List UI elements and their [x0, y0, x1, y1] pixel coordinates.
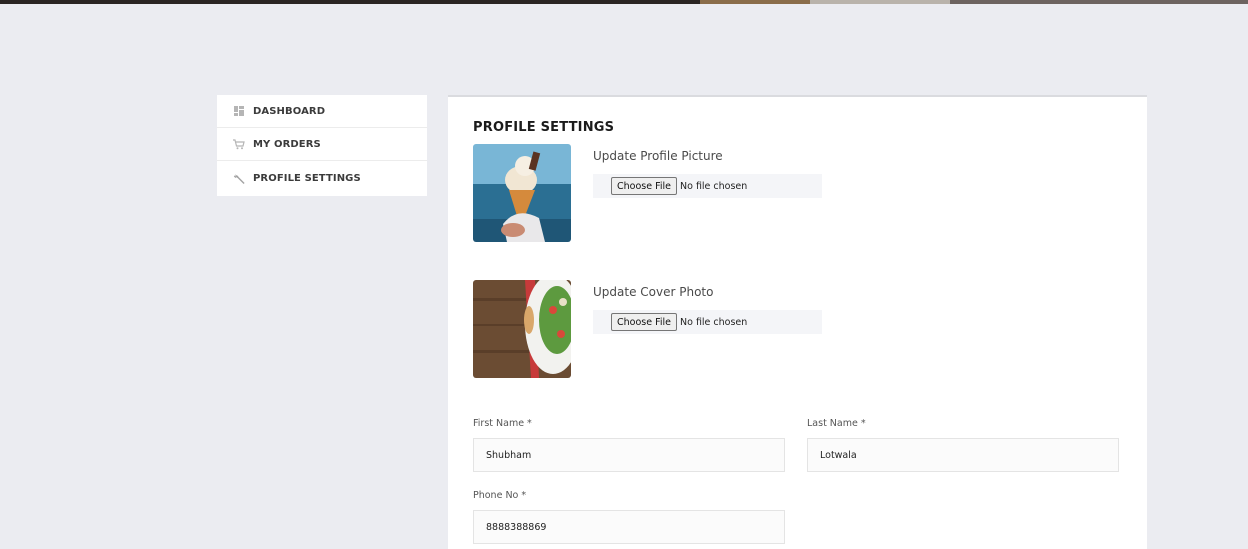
cover-photo-thumbnail: [473, 280, 571, 378]
choose-file-button[interactable]: Choose File: [611, 313, 677, 331]
sidebar-item-my-orders[interactable]: MY ORDERS: [217, 128, 427, 161]
sidebar-item-label: DASHBOARD: [253, 105, 326, 117]
profile-picture-file-input: Choose File No file chosen: [593, 174, 822, 198]
account-sidebar: DASHBOARD MY ORDERS PROFILE SETTINGS: [217, 95, 427, 196]
sidebar-item-dashboard[interactable]: DASHBOARD: [217, 95, 427, 128]
choose-file-button[interactable]: Choose File: [611, 177, 677, 195]
phone-field[interactable]: [473, 510, 785, 544]
cart-icon: [233, 138, 245, 150]
page-title: PROFILE SETTINGS: [473, 120, 615, 135]
header-image-strip: [0, 0, 1248, 4]
cover-photo-file-input: Choose File No file chosen: [593, 310, 822, 334]
profile-picture-thumbnail: [473, 144, 571, 242]
profile-settings-panel: PROFILE SETTINGS Update Profile Picture …: [448, 95, 1147, 549]
file-status: No file chosen: [680, 180, 748, 192]
cover-photo-label: Update Cover Photo: [593, 285, 714, 299]
sidebar-item-label: MY ORDERS: [253, 138, 321, 150]
sidebar-item-profile-settings[interactable]: PROFILE SETTINGS: [217, 161, 427, 196]
phone-label: Phone No *: [473, 490, 527, 501]
first-name-field[interactable]: [473, 438, 785, 472]
file-status: No file chosen: [680, 316, 748, 328]
profile-picture-label: Update Profile Picture: [593, 149, 723, 163]
sidebar-item-label: PROFILE SETTINGS: [253, 173, 361, 184]
last-name-label: Last Name *: [807, 418, 866, 429]
first-name-label: First Name *: [473, 418, 532, 429]
last-name-field[interactable]: [807, 438, 1119, 472]
dashboard-icon: [233, 105, 245, 117]
wrench-icon: [233, 173, 245, 185]
